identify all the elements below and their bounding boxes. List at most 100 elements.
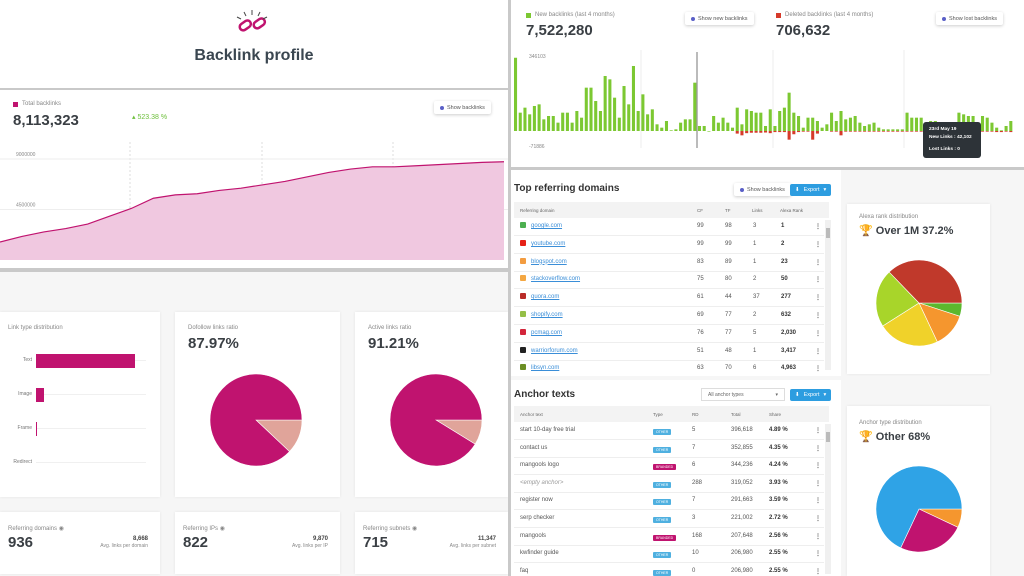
- domain-link[interactable]: pcmag.com: [531, 330, 562, 336]
- more-menu-icon[interactable]: ⋮: [815, 312, 821, 319]
- table-row[interactable]: warriorforum.com 51 48 1 3,417 ⋮: [514, 343, 824, 361]
- new-bar: [726, 122, 730, 131]
- column-header[interactable]: Total: [731, 412, 741, 417]
- more-menu-icon[interactable]: ⋮: [815, 480, 821, 487]
- column-header[interactable]: Links: [752, 208, 763, 213]
- column-header[interactable]: TF: [725, 208, 731, 213]
- anchor-type-select[interactable]: All anchor types ▾: [701, 388, 785, 401]
- new-bar: [900, 129, 904, 131]
- favicon-icon: [520, 346, 526, 353]
- share-value: 2.72 %: [769, 515, 788, 521]
- more-menu-icon[interactable]: ⋮: [815, 533, 821, 540]
- info-icon[interactable]: ◉: [412, 526, 417, 532]
- new-bar: [995, 127, 999, 131]
- chart-tooltip: 23rd May 19 New Links : 42,102 Lost Link…: [923, 122, 981, 158]
- more-menu-icon[interactable]: ⋮: [815, 276, 821, 283]
- stat-card: Referring IPs ◉ 822 9,870 Avg. links per …: [175, 512, 340, 574]
- stat-label: Referring IPs: [183, 526, 219, 532]
- stat-card: Referring subnets ◉ 715 11,347 Avg. links…: [355, 512, 508, 574]
- info-icon[interactable]: ◉: [220, 526, 225, 532]
- more-menu-icon[interactable]: ⋮: [815, 568, 821, 575]
- new-bar: [764, 125, 768, 131]
- share-value: 4.89 %: [769, 427, 788, 433]
- more-menu-icon[interactable]: ⋮: [815, 330, 821, 337]
- column-header[interactable]: Share: [769, 412, 781, 417]
- table-row[interactable]: pcmag.com 76 77 5 2,030 ⋮: [514, 325, 824, 343]
- table-row[interactable]: blogspot.com 83 89 1 23 ⋮: [514, 254, 824, 272]
- table-row[interactable]: contact us OTHER 7 352,855 4.35 % ⋮: [514, 440, 824, 458]
- scrollbar[interactable]: [825, 424, 831, 574]
- domain-link[interactable]: quora.com: [531, 294, 559, 300]
- scrollbar[interactable]: [825, 220, 831, 370]
- domain-link[interactable]: youtube.com: [531, 241, 565, 247]
- new-bar: [580, 117, 584, 131]
- total-value: 319,052: [731, 479, 753, 486]
- y-tick-label: 9000000: [16, 152, 36, 158]
- new-bar: [523, 107, 527, 131]
- column-header[interactable]: Alexa Rank: [780, 208, 803, 213]
- type-badge: OTHER: [653, 446, 672, 453]
- deleted-bar: [999, 131, 1003, 133]
- column-header[interactable]: Type: [653, 412, 663, 417]
- column-header[interactable]: RD: [692, 412, 699, 417]
- more-menu-icon[interactable]: ⋮: [815, 294, 821, 301]
- domain-link[interactable]: warriorforum.com: [531, 348, 578, 354]
- total-value: 206,980: [731, 567, 753, 574]
- more-menu-icon[interactable]: ⋮: [815, 550, 821, 557]
- table-row[interactable]: youtube.com 99 99 1 2 ⋮: [514, 236, 824, 254]
- domain-link[interactable]: blogspot.com: [531, 259, 567, 265]
- table-row[interactable]: google.com 99 98 3 1 ⋮: [514, 218, 824, 236]
- cf-value: 69: [697, 312, 704, 318]
- table-row[interactable]: quora.com 61 44 37 277 ⋮: [514, 289, 824, 308]
- new-bar: [863, 125, 867, 131]
- more-menu-icon[interactable]: ⋮: [815, 427, 821, 434]
- info-icon[interactable]: ◉: [59, 526, 64, 532]
- total-value: 8,113,323: [13, 112, 79, 129]
- new-bar: [985, 117, 989, 131]
- stat-card: Referring domains ◉ 936 8,668 Avg. links …: [0, 512, 160, 574]
- table-row[interactable]: mangools logo BRANDED 6 344,236 4.24 % ⋮: [514, 457, 824, 476]
- more-menu-icon[interactable]: ⋮: [815, 515, 821, 522]
- show-lost-backlinks-button[interactable]: Show lost backlinks: [936, 12, 1003, 25]
- more-menu-icon[interactable]: ⋮: [815, 497, 821, 504]
- export-button[interactable]: ⬇ Export ▾: [790, 184, 832, 196]
- more-menu-icon[interactable]: ⋮: [815, 445, 821, 452]
- new-bar: [655, 124, 659, 131]
- scrollbar-thumb[interactable]: [826, 228, 830, 238]
- favicon-icon: [520, 239, 526, 246]
- show-new-backlinks-button[interactable]: Show new backlinks: [685, 12, 754, 25]
- table-row[interactable]: faq OTHER 0 206,980 2.55 % ⋮: [514, 563, 824, 576]
- domain-link[interactable]: shopify.com: [531, 312, 563, 318]
- scrollbar-thumb[interactable]: [826, 432, 830, 442]
- table-row[interactable]: mangools BRANDED 168 207,648 2.56 % ⋮: [514, 528, 824, 546]
- table-row[interactable]: shopify.com 69 77 2 632 ⋮: [514, 307, 824, 325]
- new-bar: [542, 119, 546, 131]
- table-row[interactable]: serp checker OTHER 3 221,002 2.72 % ⋮: [514, 510, 824, 528]
- table-row[interactable]: kwfinder guide OTHER 10 206,980 2.55 % ⋮: [514, 545, 824, 564]
- table-row[interactable]: libsyn.com 63 70 6 4,963 ⋮: [514, 360, 824, 376]
- export-button[interactable]: ⬇ Export ▾: [790, 389, 832, 401]
- show-backlinks-button[interactable]: Show backlinks: [434, 101, 491, 114]
- new-bar: [905, 112, 909, 131]
- more-menu-icon[interactable]: ⋮: [815, 348, 821, 355]
- more-menu-icon[interactable]: ⋮: [815, 259, 821, 266]
- new-bar: [745, 109, 749, 131]
- column-header[interactable]: CF: [697, 208, 703, 213]
- domain-link[interactable]: stackoverflow.com: [531, 276, 580, 282]
- table-row[interactable]: <empty anchor> OTHER 288 319,052 3.93 % …: [514, 475, 824, 493]
- show-backlinks-button[interactable]: Show backlinks: [734, 183, 791, 196]
- deleted-bar: [806, 131, 810, 132]
- more-menu-icon[interactable]: ⋮: [815, 241, 821, 248]
- more-menu-icon[interactable]: ⋮: [815, 462, 821, 469]
- alexa-rank-value: 632: [781, 312, 792, 318]
- domain-link[interactable]: libsyn.com: [531, 365, 559, 371]
- table-row[interactable]: register now OTHER 7 291,663 3.59 % ⋮: [514, 492, 824, 511]
- more-menu-icon[interactable]: ⋮: [815, 223, 821, 230]
- domain-link[interactable]: google.com: [531, 223, 562, 229]
- column-header[interactable]: Referring domain: [520, 208, 555, 213]
- table-row[interactable]: start 10-day free trial OTHER 5 396,618 …: [514, 422, 824, 440]
- column-header[interactable]: Anchor text: [520, 412, 543, 417]
- more-menu-icon[interactable]: ⋮: [815, 365, 821, 372]
- table-row[interactable]: stackoverflow.com 75 80 2 50 ⋮: [514, 271, 824, 290]
- active-card: Active links ratio 91.21%: [355, 312, 508, 497]
